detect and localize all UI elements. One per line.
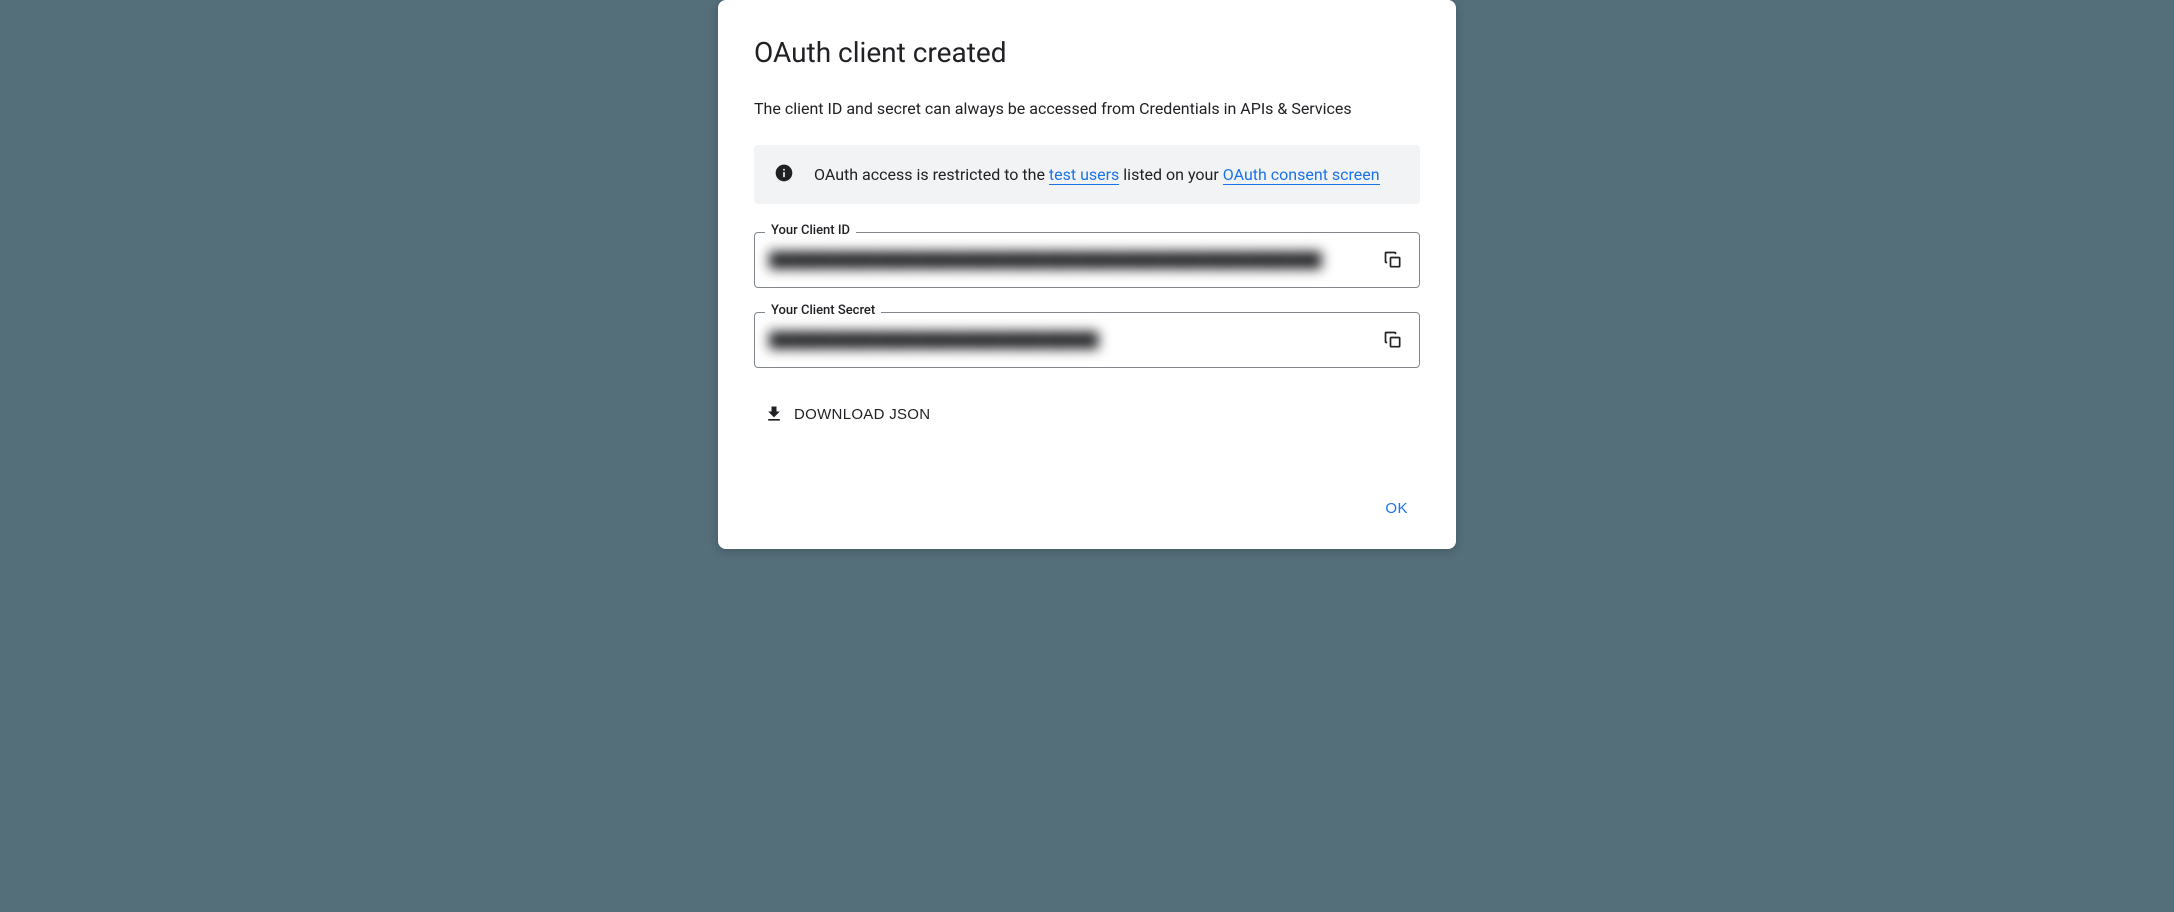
dialog-actions: OK [754, 492, 1420, 525]
info-text-prefix: OAuth access is restricted to the [814, 165, 1049, 184]
info-banner-text: OAuth access is restricted to the test u… [814, 161, 1380, 188]
oauth-client-dialog: OAuth client created The client ID and s… [718, 0, 1456, 549]
client-secret-label: Your Client Secret [765, 303, 881, 318]
client-secret-value: ███████████████████████████████ [769, 331, 1369, 349]
client-id-field: Your Client ID █████████████████████████… [754, 232, 1420, 288]
ok-button[interactable]: OK [1373, 492, 1420, 525]
dialog-title: OAuth client created [754, 36, 1420, 69]
info-text-middle: listed on your [1119, 165, 1222, 184]
client-secret-field: Your Client Secret █████████████████████… [754, 312, 1420, 368]
info-icon [774, 163, 794, 183]
download-json-button[interactable]: DOWNLOAD JSON [754, 396, 940, 432]
client-id-field-group: Your Client ID █████████████████████████… [754, 232, 1420, 288]
download-icon [764, 404, 784, 424]
oauth-consent-link[interactable]: OAuth consent screen [1223, 165, 1380, 185]
test-users-link[interactable]: test users [1049, 165, 1119, 185]
download-json-label: DOWNLOAD JSON [794, 406, 930, 423]
client-id-value: ████████████████████████████████████████… [769, 251, 1369, 269]
dialog-description: The client ID and secret can always be a… [754, 97, 1420, 121]
client-id-label: Your Client ID [765, 223, 856, 238]
copy-client-secret-button[interactable] [1377, 324, 1409, 356]
copy-icon [1383, 330, 1403, 350]
client-secret-field-group: Your Client Secret █████████████████████… [754, 312, 1420, 368]
info-banner: OAuth access is restricted to the test u… [754, 145, 1420, 204]
copy-client-id-button[interactable] [1377, 244, 1409, 276]
copy-icon [1383, 250, 1403, 270]
